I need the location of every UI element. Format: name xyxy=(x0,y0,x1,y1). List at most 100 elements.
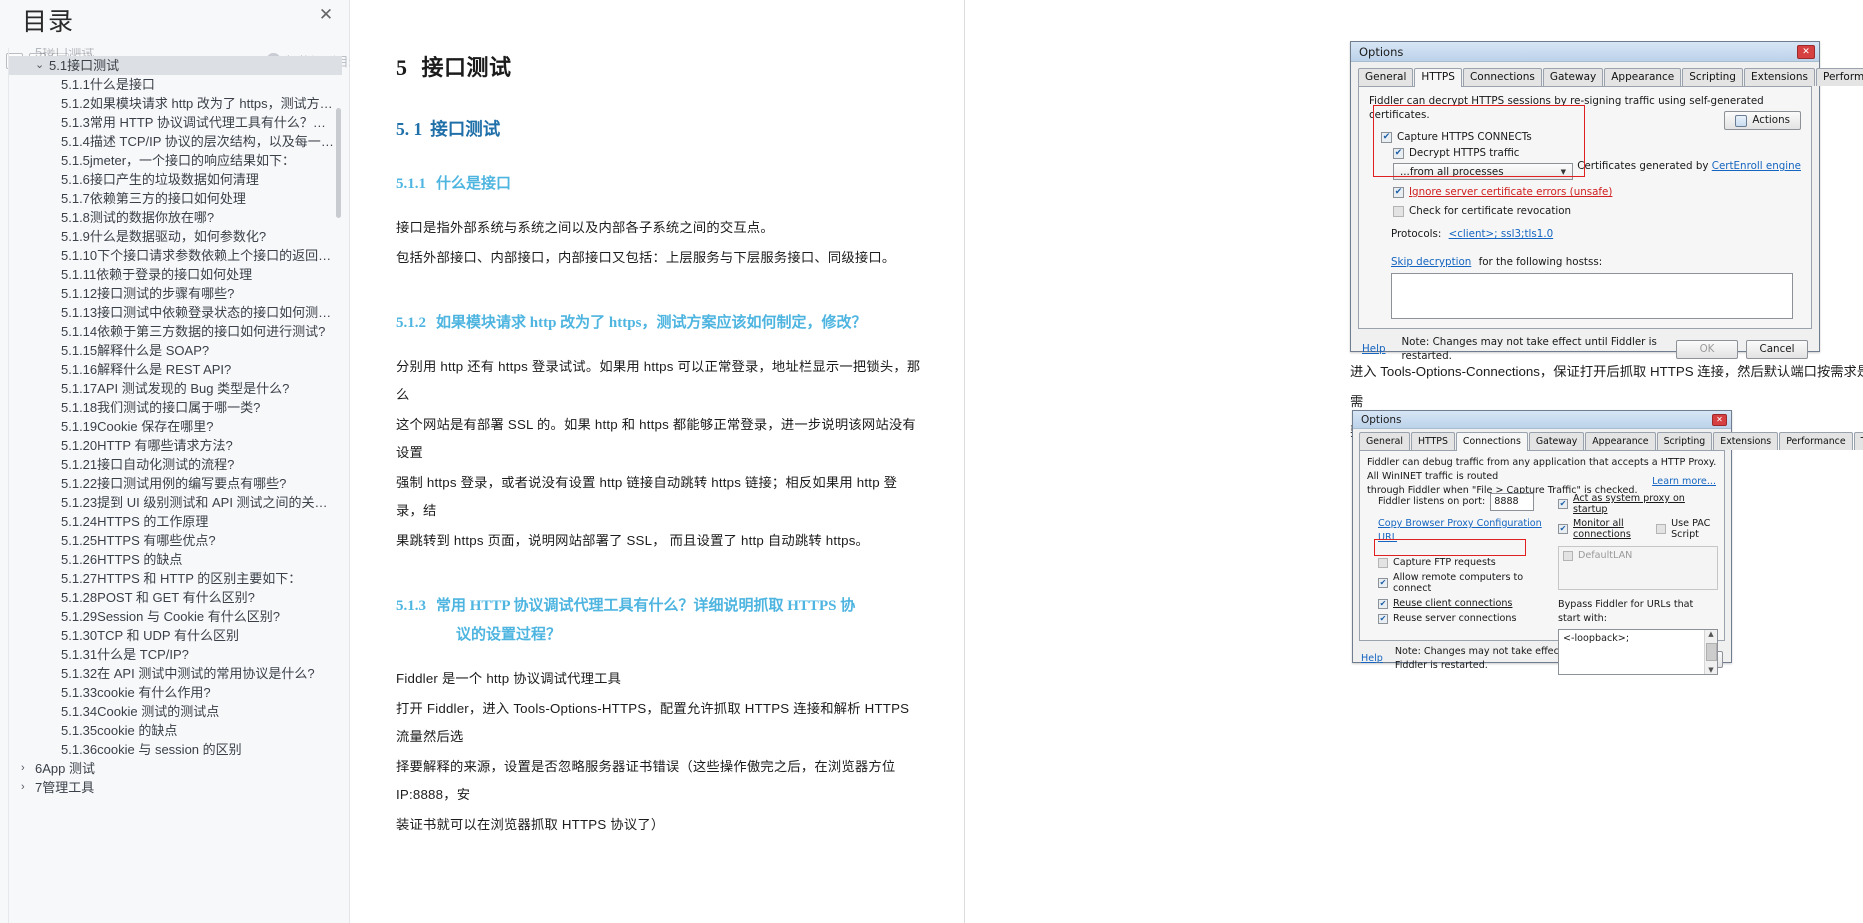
cancel-button[interactable]: Cancel xyxy=(1746,340,1808,359)
close-icon[interactable]: ✕ xyxy=(317,6,335,24)
toc-scrollbar[interactable] xyxy=(336,108,341,218)
tab-scripting[interactable]: Scripting xyxy=(1657,432,1713,450)
learn-more-link[interactable]: Learn more... xyxy=(1652,475,1716,489)
toc-item[interactable]: 5.1.15解释什么是 SOAP? xyxy=(9,341,342,360)
default-lan-item[interactable]: DefaultLAN xyxy=(1563,550,1713,561)
toc-item[interactable]: 5.1.26HTTPS 的缺点 xyxy=(9,550,342,569)
tab-gateway[interactable]: Gateway xyxy=(1529,432,1584,450)
toc-item[interactable]: 5.1.36cookie 与 session 的区别 xyxy=(9,740,342,759)
toc-item[interactable]: 5.1.35cookie 的缺点 xyxy=(9,721,342,740)
scroll-up-icon[interactable]: ▲ xyxy=(1708,630,1713,638)
toc-item[interactable]: 5.1.30TCP 和 UDP 有什么区别 xyxy=(9,626,342,645)
ignore-cert-errors-checkbox[interactable]: ✔ Ignore server certificate errors (unsa… xyxy=(1393,186,1803,198)
toc-item[interactable]: 5.1.22接口测试用例的编写要点有哪些? xyxy=(9,474,342,493)
toc-item[interactable]: 5.1.4描述 TCP/IP 协议的层次结构，以及每一层中重要 … xyxy=(9,132,342,151)
toc-item[interactable]: 5.1.5jmeter，一个接口的响应结果如下： xyxy=(9,151,342,170)
toc-item[interactable]: ›6App 测试 xyxy=(9,759,342,778)
toc-item[interactable]: 5.1.3常用 HTTP 协议调试代理工具有什么？详细说明抓 … xyxy=(9,113,342,132)
toc-item[interactable]: 5.1.19Cookie 保存在哪里? xyxy=(9,417,342,436)
copy-proxy-url-link[interactable]: Copy Browser Proxy Configuration URL xyxy=(1378,517,1553,545)
tab-gateway[interactable]: Gateway xyxy=(1543,68,1603,86)
tab-general[interactable]: General xyxy=(1359,432,1410,450)
toc-item[interactable]: 5.1.16解释什么是 REST API? xyxy=(9,360,342,379)
decrypt-https-traffic-checkbox[interactable]: ✔ Decrypt HTTPS traffic xyxy=(1393,147,1803,159)
ok-button[interactable]: OK xyxy=(1676,340,1738,359)
bypass-value: <-loopback>; xyxy=(1559,630,1704,674)
tab-extensions[interactable]: Extensions xyxy=(1713,432,1778,450)
tab-https[interactable]: HTTPS xyxy=(1411,432,1455,450)
toc-item[interactable]: 5.1.13接口测试中依赖登录状态的接口如何测试? xyxy=(9,303,342,322)
process-filter-dropdown[interactable]: ...from all processes ▼ xyxy=(1393,163,1573,180)
reuse-server-checkbox[interactable]: ✔ Reuse server connections xyxy=(1378,613,1553,624)
toc-item[interactable]: 5.1.31什么是 TCP/IP? xyxy=(9,645,342,664)
toc-item[interactable]: 5.1.18我们测试的接口属于哪一类? xyxy=(9,398,342,417)
toc-scroll-area[interactable]: 5接口测试⌄5.1接口测试5.1.1什么是接口5.1.2如果模块请求 http … xyxy=(8,48,342,923)
toc-item[interactable]: 5.1.27HTTPS 和 HTTP 的区别主要如下： xyxy=(9,569,342,588)
dialog-titlebar[interactable]: Options ✕ xyxy=(1353,411,1731,429)
tab-general[interactable]: General xyxy=(1358,68,1413,86)
toc-item[interactable]: 5.1.21接口自动化测试的流程? xyxy=(9,455,342,474)
toc-item[interactable]: 5.1.1什么是接口 xyxy=(9,75,342,94)
toc-item[interactable]: 5.1.11依赖于登录的接口如何处理 xyxy=(9,265,342,284)
toc-item[interactable]: 5.1.20HTTP 有哪些请求方法? xyxy=(9,436,342,455)
close-icon[interactable]: ✕ xyxy=(1797,45,1815,59)
bypass-scrollbar[interactable]: ▲ ▼ xyxy=(1704,630,1717,674)
skip-hosts-textarea[interactable] xyxy=(1391,273,1793,319)
check-revocation-checkbox[interactable]: Check for certificate revocation xyxy=(1393,205,1803,217)
tab-appearance[interactable]: Appearance xyxy=(1604,68,1681,86)
help-link[interactable]: Help xyxy=(1362,342,1385,356)
toc-item[interactable]: 5.1.8测试的数据你放在哪? xyxy=(9,208,342,227)
act-system-proxy-checkbox[interactable]: ✔ Act as system proxy on startup xyxy=(1558,493,1718,515)
reuse-client-checkbox[interactable]: ✔ Reuse client connections xyxy=(1378,598,1553,609)
scroll-down-icon[interactable]: ▼ xyxy=(1708,666,1713,674)
tab-connections[interactable]: Connections xyxy=(1463,68,1542,86)
toc-item[interactable]: 5.1.9什么是数据驱动，如何参数化? xyxy=(9,227,342,246)
toc-item[interactable]: 5.1.34Cookie 测试的测试点 xyxy=(9,702,342,721)
cert-engine-link[interactable]: CertEnroll engine xyxy=(1712,160,1801,172)
toc-item-label: 5.1.9什么是数据驱动，如何参数化? xyxy=(61,227,266,246)
toc-item[interactable]: 5接口测试 xyxy=(9,48,342,56)
tab-scripting[interactable]: Scripting xyxy=(1682,68,1743,86)
toc-item[interactable]: 5.1.2如果模块请求 http 改为了 https，测试方案应该如 … xyxy=(9,94,342,113)
close-icon[interactable]: ✕ xyxy=(1712,414,1727,426)
toc-item[interactable]: ›7管理工具 xyxy=(9,778,342,797)
tab-tools[interactable]: Tools xyxy=(1854,432,1863,450)
protocols-value[interactable]: <client>; ssl3;tls1.0 xyxy=(1449,228,1554,240)
monitor-all-checkbox[interactable]: ✔ Monitor all connections xyxy=(1558,518,1650,540)
bypass-textarea[interactable]: <-loopback>; ▲ ▼ xyxy=(1558,629,1718,675)
toc-item[interactable]: 5.1.17API 测试发现的 Bug 类型是什么? xyxy=(9,379,342,398)
chevron-right-icon[interactable]: › xyxy=(21,759,35,778)
toc-item[interactable]: 5.1.12接口测试的步骤有哪些? xyxy=(9,284,342,303)
toc-item[interactable]: 5.1.6接口产生的垃圾数据如何清理 xyxy=(9,170,342,189)
capture-ftp-checkbox[interactable]: Capture FTP requests xyxy=(1378,557,1553,568)
listen-port-input[interactable]: 8888 xyxy=(1490,493,1533,511)
toc-item[interactable]: 5.1.25HTTPS 有哪些优点? xyxy=(9,531,342,550)
toc-item[interactable]: ⌄5.1接口测试 xyxy=(9,56,342,75)
toc-item[interactable]: 5.1.7依赖第三方的接口如何处理 xyxy=(9,189,342,208)
chevron-right-icon[interactable]: › xyxy=(21,778,35,797)
use-pac-checkbox[interactable]: Use PAC Script xyxy=(1656,518,1718,540)
dialog-titlebar[interactable]: Options ✕ xyxy=(1351,42,1819,62)
chevron-down-icon[interactable]: ⌄ xyxy=(35,56,49,75)
actions-button[interactable]: Actions xyxy=(1724,111,1801,130)
toc-item[interactable]: 5.1.29Session 与 Cookie 有什么区别? xyxy=(9,607,342,626)
lan-list[interactable]: DefaultLAN xyxy=(1558,546,1718,590)
skip-decryption-link[interactable]: Skip decryption xyxy=(1391,256,1471,268)
toc-item[interactable]: 5.1.24HTTPS 的工作原理 xyxy=(9,512,342,531)
toc-item[interactable]: 5.1.14依赖于第三方数据的接口如何进行测试? xyxy=(9,322,342,341)
tab-connections[interactable]: Connections xyxy=(1456,432,1528,451)
toc-item[interactable]: 5.1.23提到 UI 级别测试和 API 测试之间的关键区别? xyxy=(9,493,342,512)
tab-appearance[interactable]: Appearance xyxy=(1585,432,1655,450)
toc-item[interactable]: 5.1.32在 API 测试中测试的常用协议是什么? xyxy=(9,664,342,683)
tab-performance[interactable]: Performance xyxy=(1816,68,1863,86)
tab-https[interactable]: HTTPS xyxy=(1414,68,1462,87)
toc-item[interactable]: 5.1.10下个接口请求参数依赖上个接口的返回数据 xyxy=(9,246,342,265)
toc-item[interactable]: 5.1.33cookie 有什么作用? xyxy=(9,683,342,702)
tab-extensions[interactable]: Extensions xyxy=(1744,68,1815,86)
capture-https-connects-checkbox[interactable]: ✔ Capture HTTPS CONNECTs xyxy=(1381,131,1803,143)
allow-remote-checkbox[interactable]: ✔ Allow remote computers to connect xyxy=(1378,572,1553,594)
toc-item[interactable]: 5.1.28POST 和 GET 有什么区别? xyxy=(9,588,342,607)
scrollbar-thumb[interactable] xyxy=(1706,643,1717,661)
help-link[interactable]: Help xyxy=(1361,652,1383,666)
tab-performance[interactable]: Performance xyxy=(1779,432,1852,450)
